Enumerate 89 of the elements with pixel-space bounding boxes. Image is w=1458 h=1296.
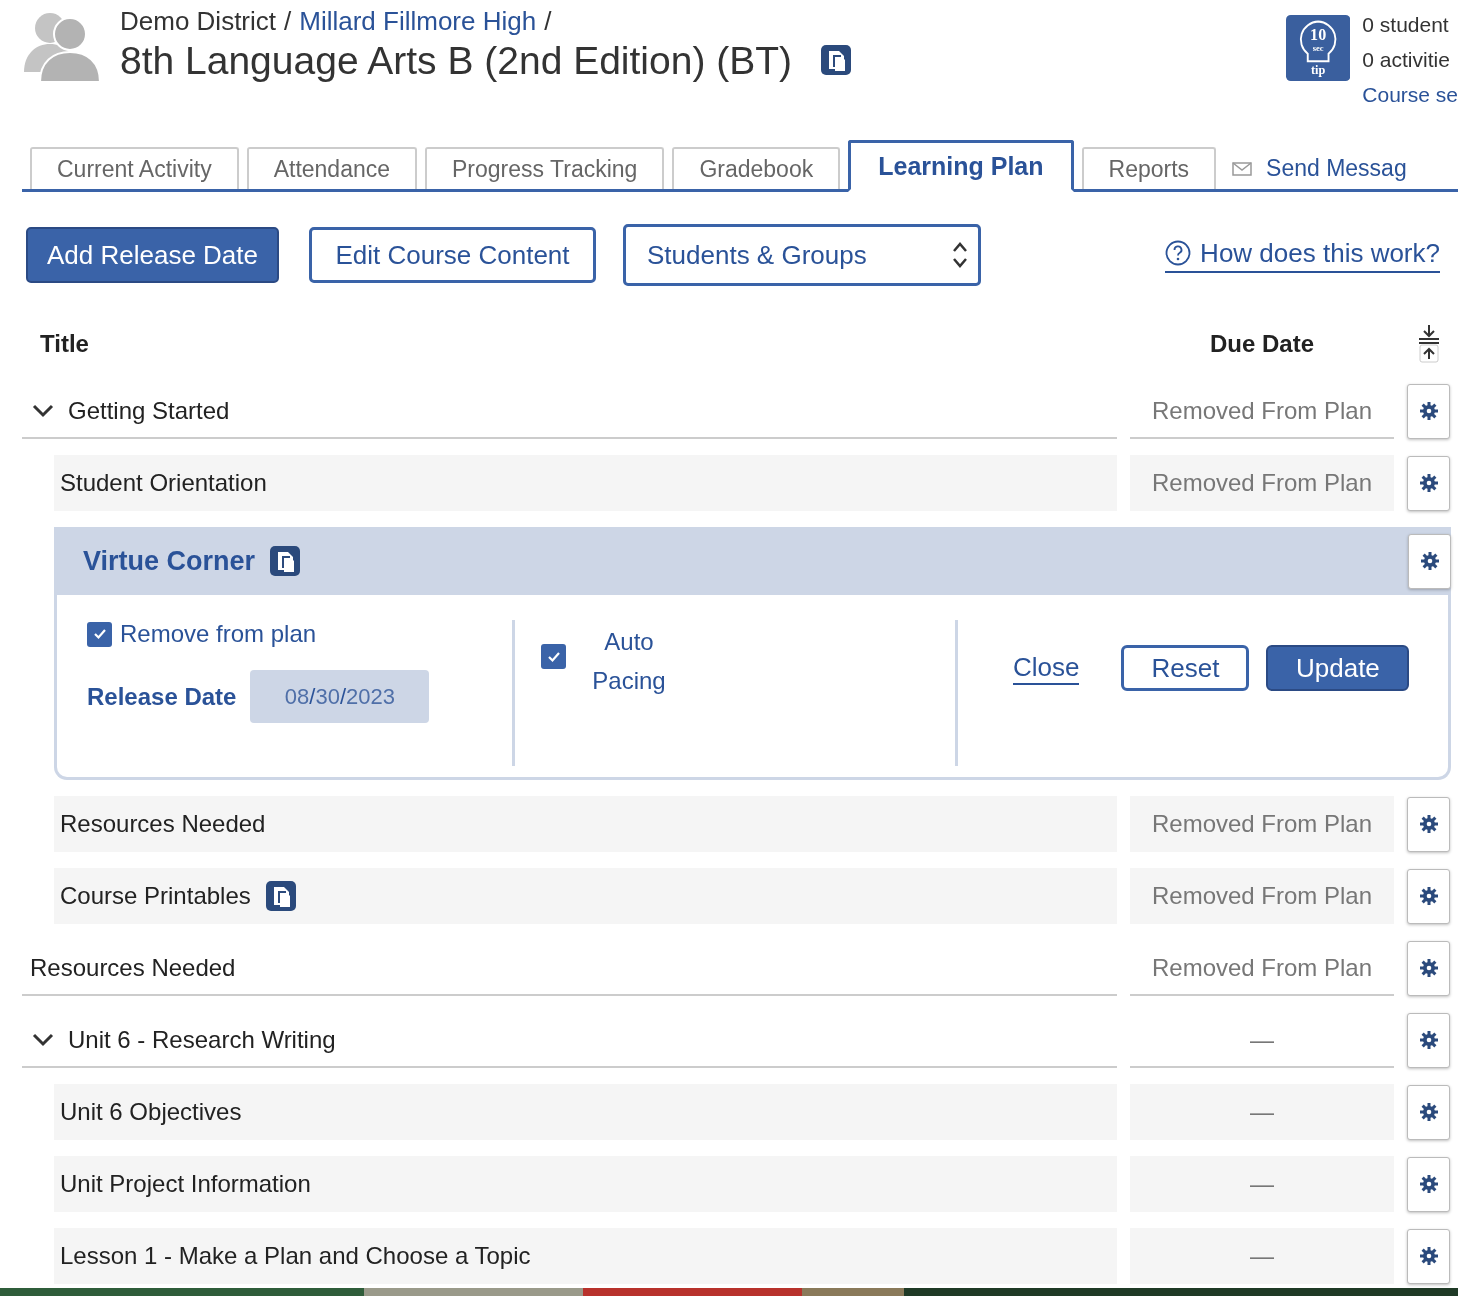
copy-icon[interactable] (264, 880, 297, 912)
gear-icon (1419, 1103, 1438, 1121)
edit-course-content-button[interactable]: Edit Course Content (309, 227, 596, 283)
due-date-cell: Removed From Plan (1130, 868, 1394, 924)
check-icon (92, 628, 107, 640)
breadcrumb-text: Demo District (120, 6, 276, 37)
activity-title: Lesson 1 - Make a Plan and Choose a Topic (60, 1242, 531, 1270)
help-link[interactable]: How does this work? (1165, 237, 1440, 273)
gear-icon (1419, 1175, 1438, 1193)
tip-badge[interactable]: 10 sec tip (1286, 13, 1351, 83)
add-release-date-button[interactable]: Add Release Date (26, 227, 279, 283)
checkbox[interactable] (87, 621, 112, 647)
settings-button[interactable] (1408, 533, 1451, 589)
due-date-cell: Removed From Plan (1130, 796, 1394, 852)
collapse-all-icon[interactable] (1417, 325, 1440, 363)
gear-icon (1419, 402, 1438, 420)
copy-icon[interactable] (820, 44, 853, 76)
checkbox-label: Remove from plan (120, 620, 317, 648)
chevron-icon[interactable] (32, 404, 54, 418)
settings-button[interactable] (1407, 1156, 1450, 1212)
tab[interactable]: Current Activity (30, 147, 239, 189)
activity-row[interactable]: Resources Needed (54, 796, 1117, 852)
activity-title: Unit 6 Objectives (60, 1098, 242, 1126)
activity-title: Virtue Corner (83, 545, 256, 577)
breadcrumb-separator: / (284, 6, 292, 37)
reset-button[interactable]: Reset (1121, 645, 1250, 691)
column-header: Title (39, 330, 90, 358)
section-title: Unit 6 - Research Writing (68, 1026, 336, 1054)
activity-title: Course Printables (60, 882, 251, 910)
settings-button[interactable] (1407, 1084, 1450, 1140)
due-date-cell: — (1130, 1014, 1394, 1068)
gear-icon (1419, 1031, 1438, 1049)
help-icon (1165, 240, 1192, 266)
activity-row[interactable]: Unit 6 Objectives (54, 1084, 1117, 1140)
gear-icon (1419, 959, 1438, 977)
field-label: Release Date (87, 682, 237, 711)
activity-title: Unit Project Information (60, 1170, 311, 1198)
due-date-cell: — (1130, 1156, 1394, 1212)
due-date-cell: Removed From Plan (1130, 942, 1394, 996)
students-groups-select[interactable]: Students & Groups (623, 224, 981, 286)
gear-icon (1419, 887, 1438, 905)
breadcrumb-separator: / (544, 6, 552, 37)
tab[interactable]: Attendance (246, 147, 418, 189)
settings-button[interactable] (1407, 1228, 1450, 1284)
checkbox-label: Auto Pacing (592, 627, 666, 696)
activity-row[interactable]: Student Orientation (54, 455, 1117, 511)
tab[interactable]: Gradebook (672, 147, 841, 189)
settings-button[interactable] (1407, 455, 1450, 511)
tab[interactable]: Reports (1081, 147, 1217, 189)
course-title: 8th Language Arts B (2nd Edition) (BT) (120, 39, 793, 83)
gear-icon (1419, 1247, 1438, 1265)
course-settings-link[interactable]: Course se (1362, 83, 1458, 107)
section-row[interactable]: Unit 6 - Research Writing (22, 1014, 1117, 1068)
activity-title: Student Orientation (60, 469, 267, 497)
activity-title: Resources Needed (60, 810, 266, 838)
activity-title: Resources Needed (30, 954, 236, 982)
update-button[interactable]: Update (1266, 645, 1410, 691)
due-date-cell: — (1130, 1228, 1394, 1284)
copy-icon[interactable] (269, 545, 302, 577)
activity-row[interactable]: Resources Needed (22, 942, 1117, 996)
breadcrumb-link[interactable]: Millard Fillmore High (299, 6, 537, 37)
tab[interactable]: Progress Tracking (425, 147, 665, 189)
stat-text: 0 student (1362, 13, 1450, 37)
send-message-link[interactable]: Send Messag (1232, 155, 1407, 182)
settings-button[interactable] (1407, 940, 1450, 996)
due-date-cell: — (1130, 1084, 1394, 1140)
section-row[interactable]: Getting Started (22, 385, 1117, 439)
gear-icon (1419, 474, 1438, 492)
tab[interactable]: Learning Plan (848, 140, 1074, 192)
chevron-icon[interactable] (32, 1033, 54, 1047)
envelope-icon (1232, 161, 1253, 176)
close-link[interactable]: Close (1013, 651, 1080, 685)
gear-icon (1419, 815, 1438, 833)
settings-button[interactable] (1407, 868, 1450, 924)
column-header: Due Date (1209, 330, 1315, 358)
checkbox[interactable] (541, 644, 566, 669)
section-title: Getting Started (68, 397, 230, 425)
check-icon (546, 650, 561, 663)
settings-button[interactable] (1407, 1012, 1450, 1068)
stat-text: 0 activitie (1362, 48, 1451, 72)
gear-icon (1420, 552, 1439, 570)
activity-row[interactable]: Unit Project Information (54, 1156, 1117, 1212)
due-date-cell: Removed From Plan (1130, 455, 1394, 511)
activity-row[interactable]: Course Printables (54, 868, 1117, 924)
settings-button[interactable] (1407, 383, 1450, 439)
due-date-cell: Removed From Plan (1130, 385, 1394, 439)
activity-row[interactable]: Lesson 1 - Make a Plan and Choose a Topic (54, 1228, 1117, 1284)
settings-button[interactable] (1407, 796, 1450, 852)
date-field: 08/30/2023 (250, 670, 430, 723)
